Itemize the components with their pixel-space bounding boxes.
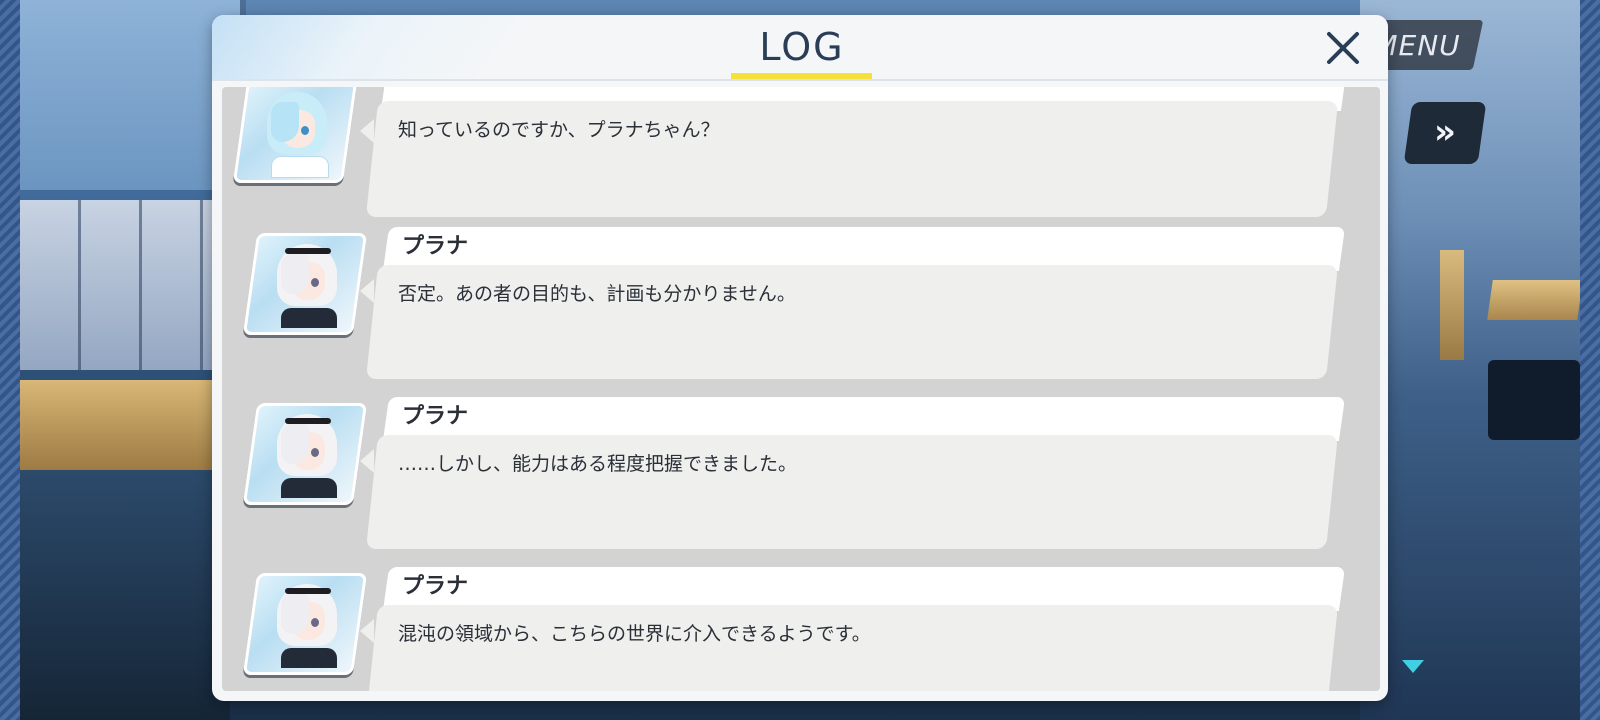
message-text: 否定。あの者の目的も、計画も分かりません。 — [398, 283, 796, 305]
log-entry: 知っているのですか、プラナちゃん？ — [222, 87, 1380, 217]
message-text: 知っているのですか、プラナちゃん？ — [398, 119, 720, 141]
log-dialog-title: LOG — [759, 25, 845, 69]
log-dialog: LOG 知っているのですか、プラナちゃん？ プラナ 否定。あの者の目的も、計画も… — [212, 15, 1388, 701]
background-lockers — [20, 200, 220, 370]
title-underline — [731, 73, 872, 79]
background-desk — [20, 380, 230, 470]
bubble-tail — [360, 619, 374, 643]
speaker-name: プラナ — [402, 574, 469, 599]
bubble-tail — [360, 449, 374, 473]
background-floor — [20, 470, 230, 720]
message-text: ……しかし、能力はある程度把握できました。 — [398, 453, 798, 475]
fast-forward-icon: » — [1434, 112, 1456, 152]
log-entry: プラナ 否定。あの者の目的も、計画も分かりません。 — [222, 227, 1380, 387]
log-entry: プラナ 混沌の領域から、こちらの世界に介入できるようです。 — [222, 567, 1380, 691]
arona-portrait — [232, 87, 358, 183]
log-list[interactable]: 知っているのですか、プラナちゃん？ プラナ 否定。あの者の目的も、計画も分かりま… — [222, 87, 1380, 691]
speaker-name: プラナ — [402, 234, 469, 259]
close-button[interactable] — [1320, 25, 1366, 71]
screen-border-right — [1580, 0, 1600, 720]
bubble-tail — [360, 279, 374, 303]
close-icon — [1327, 32, 1359, 64]
message-text: 混沌の領域から、こちらの世界に介入できるようです。 — [398, 623, 871, 645]
log-entry: プラナ ……しかし、能力はある程度把握できました。 — [222, 397, 1380, 557]
speaker-name: プラナ — [402, 404, 469, 429]
log-dialog-header: LOG — [212, 15, 1388, 81]
plana-portrait — [242, 233, 368, 335]
background-chair — [1440, 250, 1464, 360]
next-arrow-icon — [1402, 660, 1424, 673]
background-bag — [1488, 360, 1580, 440]
background-desk-right — [1487, 280, 1583, 320]
screen-border-left — [0, 0, 20, 720]
plana-portrait — [242, 403, 368, 505]
plana-portrait — [242, 573, 368, 675]
bubble-tail — [360, 119, 374, 143]
